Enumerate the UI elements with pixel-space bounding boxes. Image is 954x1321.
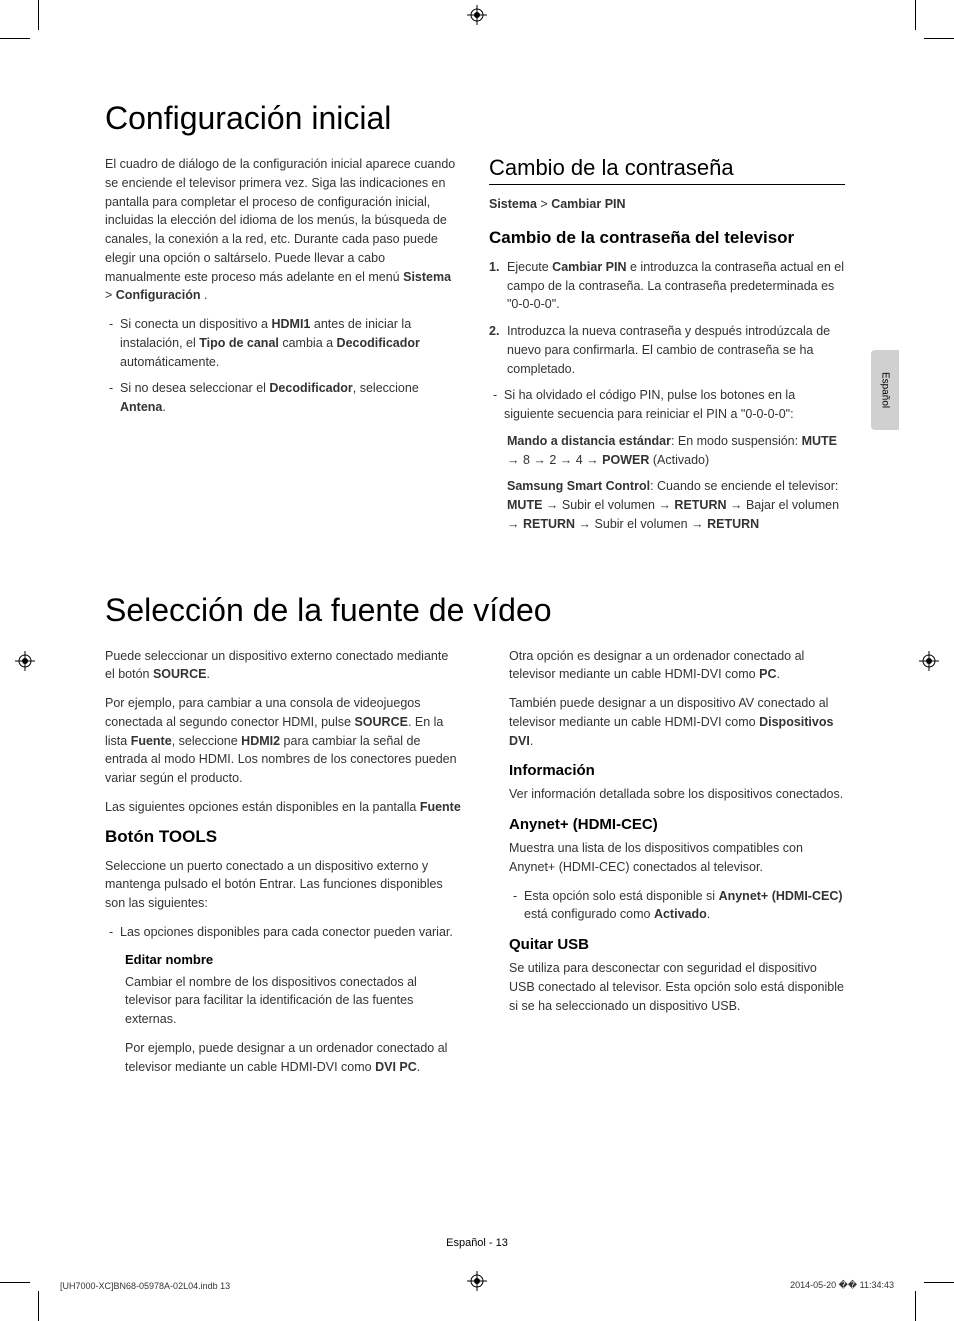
registration-mark-icon [919,651,939,671]
pc-option: Otra opción es designar a un ordenador c… [489,647,845,685]
registration-mark-icon [467,5,487,25]
page-content: Configuración inicial El cuadro de diálo… [105,100,845,1086]
edit-name-example: Por ejemplo, puede designar a un ordenad… [105,1039,461,1077]
registration-mark-icon [467,1271,487,1291]
bullet-antena: - Si no desea seleccionar el Decodificad… [105,379,461,417]
dvi-option: También puede designar a un dispositivo … [489,694,845,750]
crop-mark [38,1291,39,1321]
bullet-forgot-pin: - Si ha olvidado el código PIN, pulse lo… [489,386,845,424]
info-heading: Información [489,762,845,779]
crop-mark [38,0,39,30]
section2-title: Selección de la fuente de vídeo [105,592,845,629]
bullet-options-vary: - Las opciones disponibles para cada con… [105,923,461,942]
section2-left-col: Puede seleccionar un dispositivo externo… [105,647,461,1087]
page-number: Español - 13 [446,1237,508,1249]
source-options: Las siguientes opciones están disponible… [105,798,461,817]
section1-title: Configuración inicial [105,100,845,137]
crop-mark [915,1291,916,1321]
password-tv-heading: Cambio de la contraseña del televisor [489,228,845,248]
edit-name-desc: Cambiar el nombre de los dispositivos co… [105,973,461,1029]
crop-mark [915,0,916,30]
source-example: Por ejemplo, para cambiar a una consola … [105,694,461,788]
anynet-desc: Muestra una lista de los dispositivos co… [489,839,845,877]
tools-intro: Seleccione un puerto conectado a un disp… [105,857,461,913]
footer-timestamp: 2014-05-20 �� 11:34:43 [790,1280,894,1291]
bullet-hdmi1: - Si conecta un dispositivo a HDMI1 ante… [105,315,461,371]
step-1: 1. Ejecute Cambiar PIN e introduzca la c… [489,258,845,314]
password-heading: Cambio de la contraseña [489,155,845,185]
step-2: 2. Introduzca la nueva contraseña y desp… [489,322,845,378]
footer-filename: [UH7000-XC]BN68-05978A-02L04.indb 13 [60,1281,230,1291]
anynet-heading: Anynet+ (HDMI-CEC) [489,816,845,833]
source-intro: Puede seleccionar un dispositivo externo… [105,647,461,685]
info-desc: Ver información detallada sobre los disp… [489,785,845,804]
section1-left-col: El cuadro de diálogo de la configuración… [105,155,461,542]
tools-heading: Botón TOOLS [105,827,461,847]
remove-usb-heading: Quitar USB [489,936,845,953]
registration-mark-icon [15,651,35,671]
crop-mark [0,38,30,39]
edit-name-heading: Editar nombre [125,952,461,967]
intro-paragraph: El cuadro de diálogo de la configuración… [105,155,461,305]
section1-right-col: Cambio de la contraseña Sistema > Cambia… [489,155,845,542]
language-tab: Español [871,350,899,430]
crop-mark [0,1282,30,1283]
smart-control: Samsung Smart Control: Cuando se enciend… [507,477,845,533]
remove-usb-desc: Se utiliza para desconectar con segurida… [489,959,845,1015]
crop-mark [924,1282,954,1283]
remote-standard: Mando a distancia estándar: En modo susp… [507,432,845,470]
crop-mark [924,38,954,39]
breadcrumb: Sistema > Cambiar PIN [489,195,845,214]
bullet-anynet-avail: - Esta opción solo está disponible si An… [489,887,845,925]
section2-right-col: Otra opción es designar a un ordenador c… [489,647,845,1087]
